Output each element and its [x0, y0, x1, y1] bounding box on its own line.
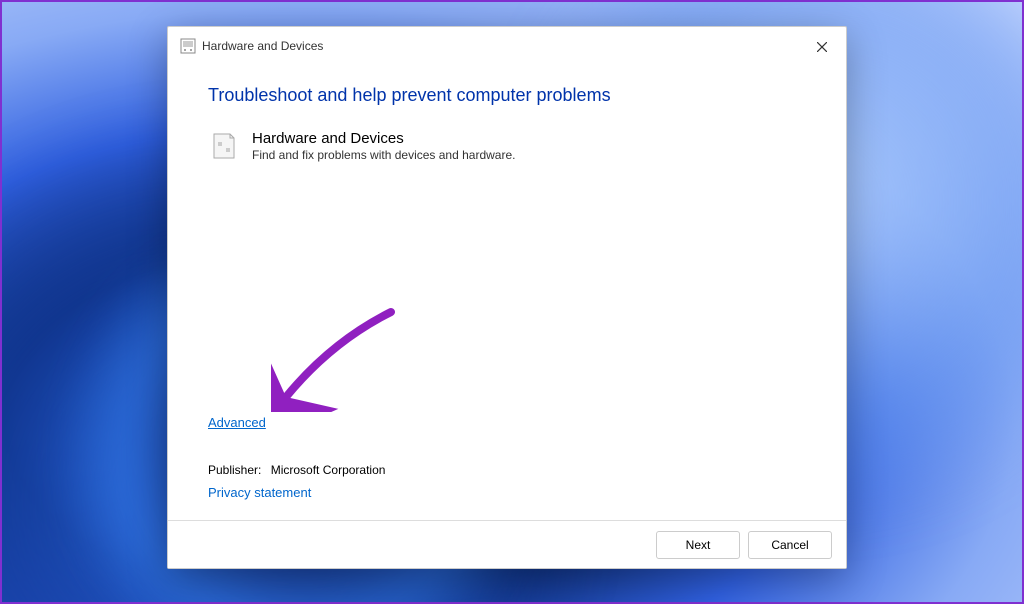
publisher-label: Publisher:: [208, 463, 261, 477]
dialog-body: Troubleshoot and help prevent computer p…: [168, 65, 846, 520]
next-button[interactable]: Next: [656, 531, 740, 559]
close-icon: [817, 42, 827, 52]
dialog-titlebar: Hardware and Devices: [168, 27, 846, 65]
cancel-button[interactable]: Cancel: [748, 531, 832, 559]
troubleshooter-title: Hardware and Devices: [252, 130, 806, 147]
window-title: Hardware and Devices: [202, 39, 323, 53]
dialog-footer: Next Cancel: [168, 520, 846, 568]
diagnostics-icon: [180, 38, 196, 54]
page-heading: Troubleshoot and help prevent computer p…: [208, 85, 806, 106]
privacy-statement-link[interactable]: Privacy statement: [208, 485, 311, 500]
troubleshooter-text: Hardware and Devices Find and fix proble…: [252, 130, 806, 162]
close-button[interactable]: [806, 33, 838, 61]
publisher-info: Publisher: Microsoft Corporation: [208, 463, 385, 477]
troubleshooter-item: Hardware and Devices Find and fix proble…: [208, 130, 806, 162]
advanced-link[interactable]: Advanced: [208, 415, 266, 430]
hardware-icon: [208, 130, 240, 162]
troubleshooter-description: Find and fix problems with devices and h…: [252, 148, 806, 162]
publisher-value: Microsoft Corporation: [271, 463, 386, 477]
troubleshooter-dialog: Hardware and Devices Troubleshoot and he…: [167, 26, 847, 569]
